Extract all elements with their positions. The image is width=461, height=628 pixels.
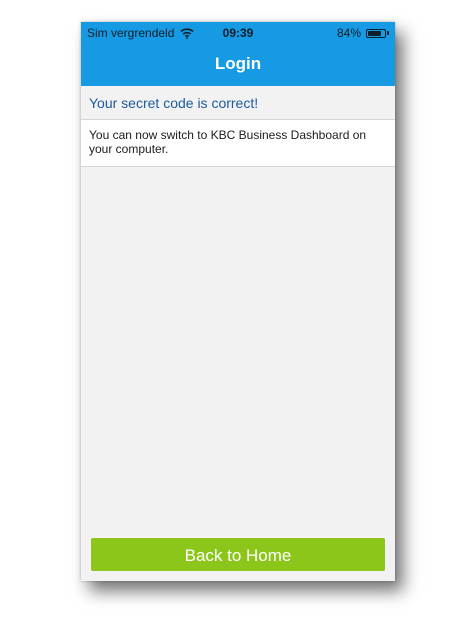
battery-percent: 84% (336, 26, 361, 40)
battery-icon (366, 28, 386, 38)
back-to-home-button[interactable]: Back to Home (91, 538, 385, 571)
page-title: Login (81, 42, 395, 86)
phone-screen: Sim vergrendeld 09:39 84% Login Your sec… (81, 22, 395, 581)
info-message: You can now switch to KBC Business Dashb… (81, 120, 395, 167)
success-message: Your secret code is correct! (81, 86, 395, 120)
status-bar: Sim vergrendeld 09:39 84% (81, 22, 395, 42)
battery-tip (387, 31, 389, 35)
battery-group: 84% (337, 26, 389, 40)
battery-fill (368, 30, 382, 36)
